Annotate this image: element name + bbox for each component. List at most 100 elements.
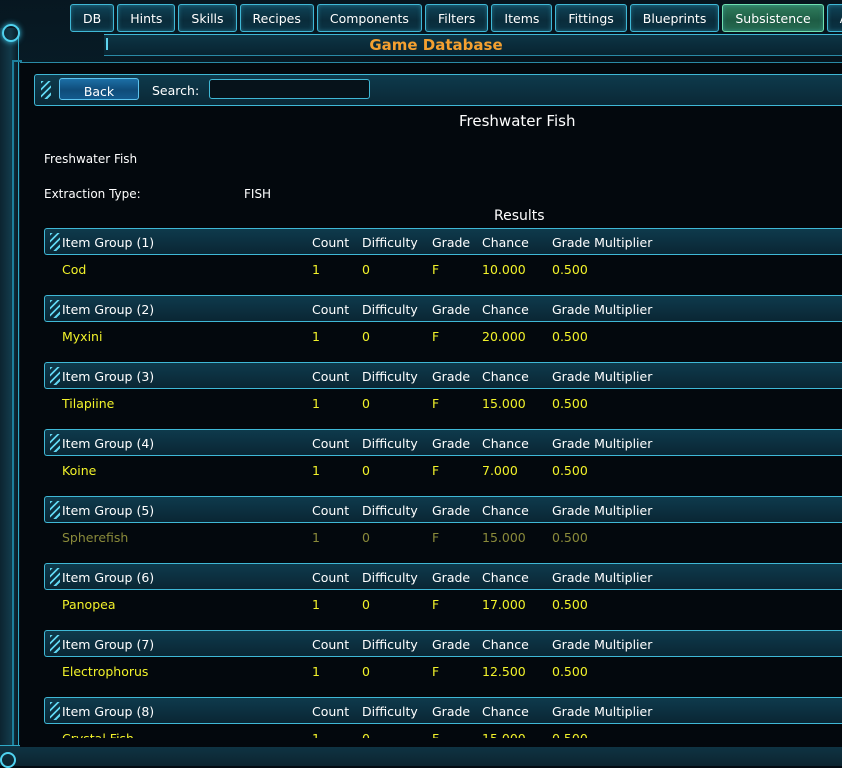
col-grade-header: Grade — [432, 436, 471, 451]
col-count-header: Count — [312, 503, 350, 518]
item-name: Myxini — [62, 329, 103, 344]
item-multiplier: 0.500 — [552, 262, 588, 277]
item-grade: F — [432, 597, 440, 612]
item-chance: 15.000 — [482, 530, 526, 545]
col-chance-header: Chance — [482, 704, 529, 719]
item-group-header[interactable]: Item Group (5) Count Difficulty Grade Chance… — [44, 496, 842, 523]
title-bar-grip-icon — [106, 38, 112, 50]
col-count-header: Count — [312, 704, 350, 719]
item-group-header[interactable]: Item Group (8) Count Difficulty Grade Chance… — [44, 697, 842, 724]
item-difficulty: 0 — [362, 597, 370, 612]
col-chance-header: Chance — [482, 436, 529, 451]
col-chance-header: Chance — [482, 235, 529, 250]
item-group-header[interactable]: Item Group (1) Count Difficulty Grade Chance… — [44, 228, 842, 255]
tab-blueprints[interactable]: Blueprints — [629, 4, 720, 32]
item-count: 1 — [312, 530, 320, 545]
item-name: Panopea — [62, 597, 116, 612]
item-group-header[interactable]: Item Group (6) Count Difficulty Grade Chance… — [44, 563, 842, 590]
item-grade: F — [432, 396, 440, 411]
col-difficulty-header: Difficulty — [362, 235, 418, 250]
col-grade-header: Grade — [432, 369, 471, 384]
item-difficulty: 0 — [362, 664, 370, 679]
item-multiplier: 0.500 — [552, 396, 588, 411]
grip-icon — [50, 434, 60, 452]
col-multiplier-header: Grade Multiplier — [552, 704, 653, 719]
item-chance: 10.000 — [482, 262, 526, 277]
col-multiplier-header: Grade Multiplier — [552, 637, 653, 652]
item-chance: 20.000 — [482, 329, 526, 344]
tab-db[interactable]: DB — [70, 4, 115, 32]
col-count-header: Count — [312, 369, 350, 384]
group-title: Item Group (2) — [62, 302, 155, 317]
col-difficulty-header: Difficulty — [362, 369, 418, 384]
item-count: 1 — [312, 664, 320, 679]
col-multiplier-header: Grade Multiplier — [552, 570, 653, 585]
tab-filters[interactable]: Filters — [424, 4, 489, 32]
item-multiplier: 0.500 — [552, 597, 588, 612]
col-chance-header: Chance — [482, 369, 529, 384]
group-title: Item Group (1) — [62, 235, 155, 250]
item-chance: 7.000 — [482, 463, 518, 478]
item-group: Item Group (5) Count Difficulty Grade Chance… — [44, 496, 842, 552]
group-title: Item Group (7) — [62, 637, 155, 652]
bottom-frame — [0, 745, 842, 766]
col-difficulty-header: Difficulty — [362, 637, 418, 652]
item-name: Koine — [62, 463, 97, 478]
col-difficulty-header: Difficulty — [362, 704, 418, 719]
item-name: Electrophorus — [62, 664, 149, 679]
group-title: Item Group (4) — [62, 436, 155, 451]
results-list[interactable]: Item Group (1) Count Difficulty Grade Chance… — [20, 62, 842, 738]
col-count-header: Count — [312, 302, 350, 317]
tab-recipes[interactable]: Recipes — [239, 4, 314, 32]
col-multiplier-header: Grade Multiplier — [552, 369, 653, 384]
item-group: Item Group (1) Count Difficulty Grade Chance… — [44, 228, 842, 284]
tab-attrib[interactable]: Attrib — [826, 4, 842, 32]
col-chance-header: Chance — [482, 503, 529, 518]
item-multiplier: 0.500 — [552, 329, 588, 344]
item-chance: 15.000 — [482, 731, 526, 738]
col-multiplier-header: Grade Multiplier — [552, 436, 653, 451]
grip-icon — [50, 568, 60, 586]
item-group-header[interactable]: Item Group (2) Count Difficulty Grade Chance… — [44, 295, 842, 322]
item-group-header[interactable]: Item Group (3) Count Difficulty Grade Chance… — [44, 362, 842, 389]
item-grade: F — [432, 530, 440, 545]
grip-icon — [50, 702, 60, 720]
group-title: Item Group (5) — [62, 503, 155, 518]
item-difficulty: 0 — [362, 262, 370, 277]
col-multiplier-header: Grade Multiplier — [552, 302, 653, 317]
item-count: 1 — [312, 329, 320, 344]
col-count-header: Count — [312, 570, 350, 585]
col-multiplier-header: Grade Multiplier — [552, 235, 653, 250]
col-count-header: Count — [312, 436, 350, 451]
tab-hints[interactable]: Hints — [117, 4, 176, 32]
item-count: 1 — [312, 463, 320, 478]
col-difficulty-header: Difficulty — [362, 302, 418, 317]
item-group-header[interactable]: Item Group (4) Count Difficulty Grade Chance… — [44, 429, 842, 456]
col-difficulty-header: Difficulty — [362, 503, 418, 518]
tab-components[interactable]: Components — [316, 4, 422, 32]
item-group: Item Group (3) Count Difficulty Grade Chance… — [44, 362, 842, 418]
grip-icon — [50, 635, 60, 653]
item-group-header[interactable]: Item Group (7) Count Difficulty Grade Chance… — [44, 630, 842, 657]
col-chance-header: Chance — [482, 302, 529, 317]
tab-subsistence[interactable]: Subsistence — [722, 4, 824, 32]
title-bar: Game Database — [104, 34, 842, 56]
item-group: Item Group (2) Count Difficulty Grade Chance… — [44, 295, 842, 351]
group-title: Item Group (6) — [62, 570, 155, 585]
group-title: Item Group (3) — [62, 369, 155, 384]
item-count: 1 — [312, 262, 320, 277]
item-count: 1 — [312, 597, 320, 612]
tab-fittings[interactable]: Fittings — [555, 4, 627, 32]
item-grade: F — [432, 463, 440, 478]
item-name: Cod — [62, 262, 87, 277]
item-group: Item Group (7) Count Difficulty Grade Chance… — [44, 630, 842, 686]
frame-node-icon — [2, 24, 20, 42]
item-chance: 17.000 — [482, 597, 526, 612]
item-chance: 12.500 — [482, 664, 526, 679]
item-group: Item Group (8) Count Difficulty Grade Chance… — [44, 697, 842, 738]
tab-items[interactable]: Items — [491, 4, 553, 32]
col-grade-header: Grade — [432, 637, 471, 652]
tab-skills[interactable]: Skills — [178, 4, 237, 32]
col-grade-header: Grade — [432, 503, 471, 518]
item-multiplier: 0.500 — [552, 664, 588, 679]
